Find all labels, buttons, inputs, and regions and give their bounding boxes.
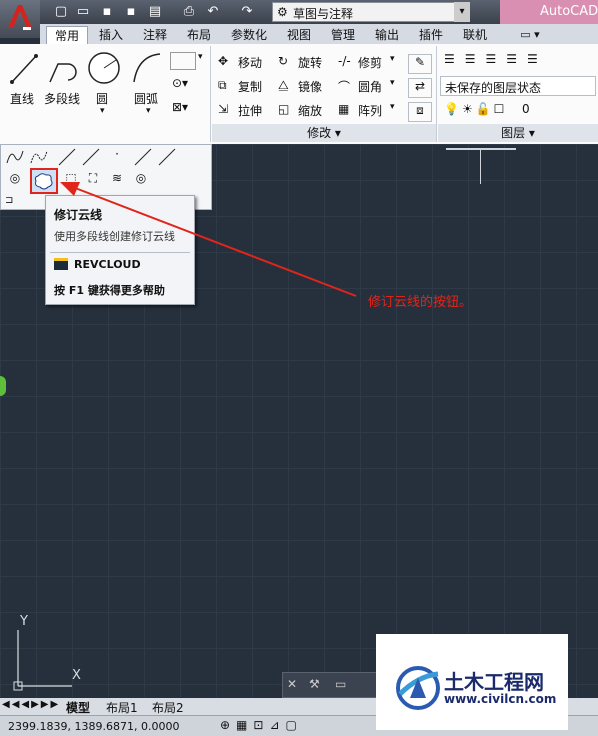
civilcn-logo-icon [396,666,440,710]
annotation-arrow [60,182,357,297]
tab-nav-icons[interactable]: ◀◀◀▶▶▶ [2,699,60,710]
tab-layout1[interactable]: 布局1 [106,699,138,716]
command-line-bar[interactable]: ✕ ⚒ ▭ [282,672,378,698]
watermark: 土木工程网 www.civilcn.com [376,634,568,730]
ucs-y-label: Y [20,614,28,629]
watermark-url: www.civilcn.com [444,692,557,706]
coordinate-readout: 2399.1839, 1389.6871, 0.0000 [8,720,180,733]
wrench-icon[interactable]: ⚒ [309,677,320,691]
annotation-text: 修订云线的按钮。 [368,295,473,310]
drafting-toggle-icons[interactable]: ⊕▦⊡⊿▢ [220,718,303,732]
ucs-x-label: X [72,668,81,683]
command-prompt-icon[interactable]: ▭ [335,677,346,691]
tab-layout2[interactable]: 布局2 [152,699,184,716]
close-icon[interactable]: ✕ [287,677,297,691]
watermark-brand: 土木工程网 [444,670,544,694]
